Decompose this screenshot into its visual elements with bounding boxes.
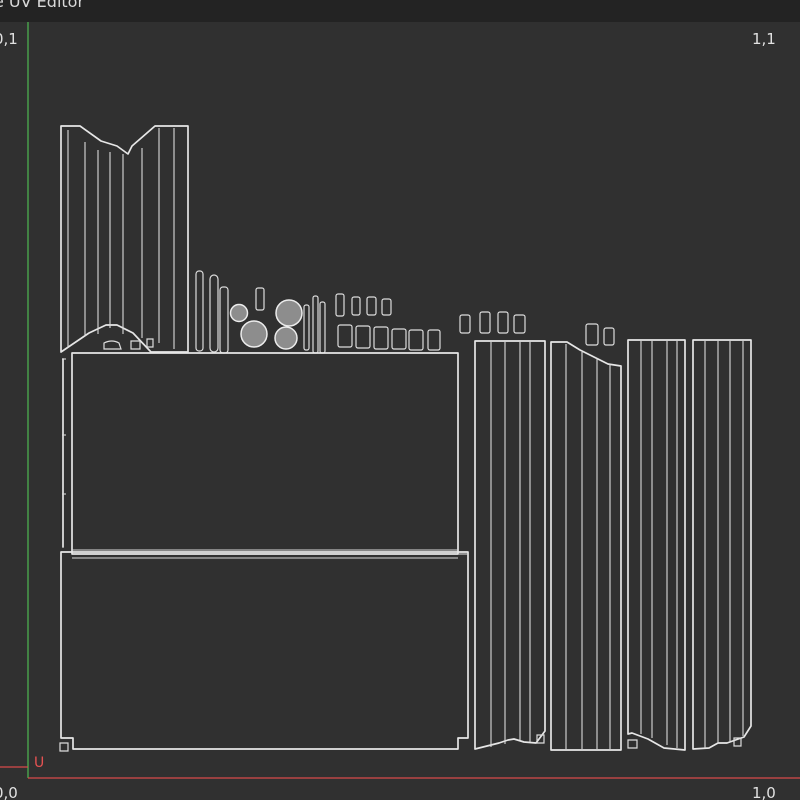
u-axis-label: U (34, 755, 45, 771)
corner-bottom-right-label: 1,0 (752, 784, 776, 800)
island-main-large-bottom (60, 551, 469, 750)
island-strip-3 (627, 339, 686, 751)
uv-axis-group (0, 22, 800, 779)
island-small-cluster (195, 270, 615, 354)
island-tiny-details (59, 338, 742, 752)
uv-canvas[interactable] (0, 22, 800, 800)
corner-top-right-label: 1,1 (752, 30, 776, 48)
uv-viewport[interactable]: 0,1 1,1 0,0 1,0 U (0, 22, 800, 800)
island-top-left-twin (60, 125, 189, 353)
island-main-large-top (71, 352, 459, 555)
corner-top-left-label: 0,1 (0, 30, 18, 48)
uv-islands (59, 125, 752, 752)
corner-bottom-left-label: 0,0 (0, 784, 18, 800)
editor-title-bar: e UV Editor (0, 0, 800, 22)
island-strip-2 (550, 341, 622, 751)
island-strip-1 (474, 340, 546, 750)
island-strip-4 (692, 339, 752, 750)
editor-title: e UV Editor (0, 0, 85, 11)
